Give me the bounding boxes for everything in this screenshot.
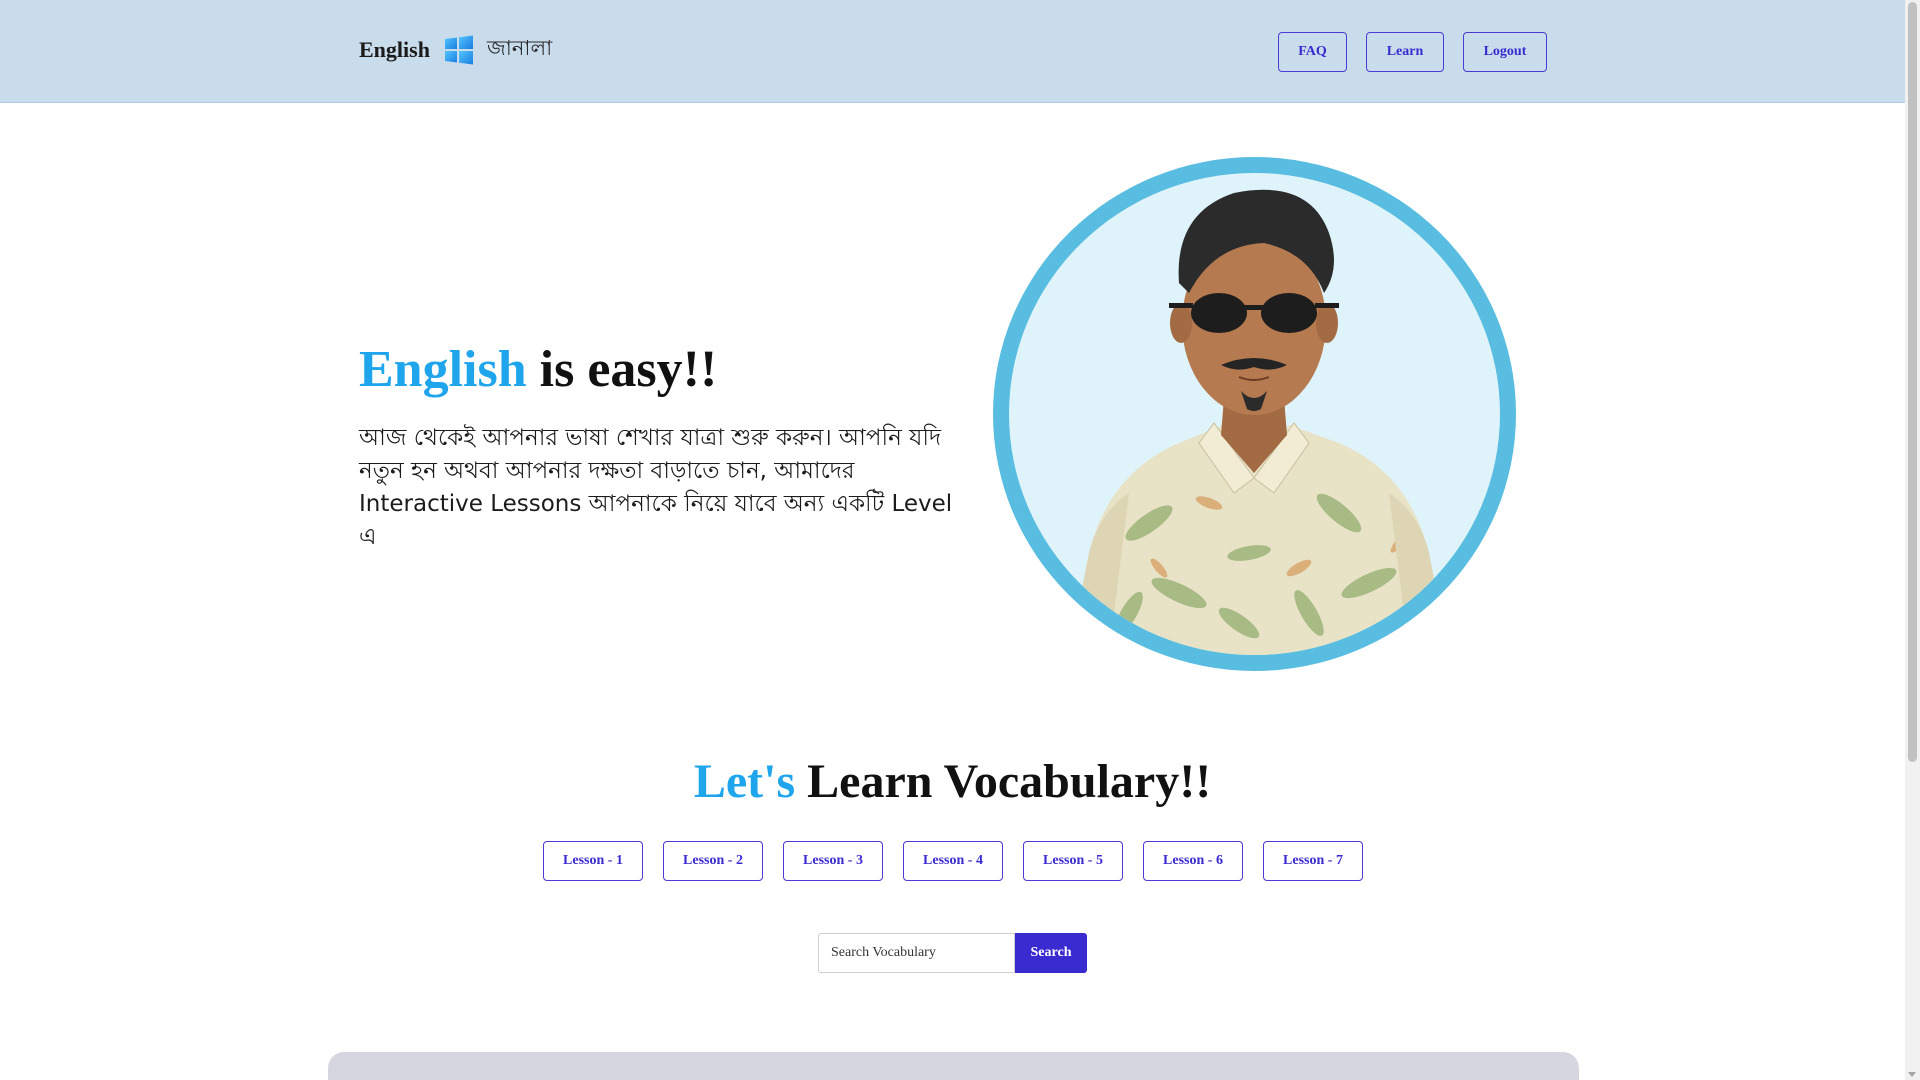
- lesson-5-button[interactable]: Lesson - 5: [1023, 841, 1123, 881]
- hero-title-accent: English: [359, 341, 527, 398]
- lesson-4-button[interactable]: Lesson - 4: [903, 841, 1003, 881]
- lesson-3-button[interactable]: Lesson - 3: [783, 841, 883, 881]
- hero-avatar: [993, 157, 1516, 671]
- lesson-list: Lesson - 1 Lesson - 2 Lesson - 3 Lesson …: [543, 841, 1363, 881]
- brand[interactable]: English জানালা: [359, 32, 552, 67]
- windows-logo-icon: [442, 33, 476, 67]
- hero-description: আজ থেকেই আপনার ভাষা শেখার যাত্রা শুরু কর…: [359, 425, 953, 550]
- lesson-2-button[interactable]: Lesson - 2: [663, 841, 763, 881]
- content-panel: [328, 1052, 1579, 1080]
- vocabulary-title: Let's Learn Vocabulary!!: [0, 754, 1905, 809]
- man-in-sunglasses-illustration: [1009, 173, 1500, 655]
- scrollbar-thumb[interactable]: [1908, 2, 1917, 762]
- brand-text: English: [359, 36, 430, 62]
- lesson-7-button[interactable]: Lesson - 7: [1263, 841, 1363, 881]
- vocabulary-search: Search: [818, 933, 1087, 973]
- lesson-6-button[interactable]: Lesson - 6: [1143, 841, 1243, 881]
- learn-button[interactable]: Learn: [1366, 32, 1444, 72]
- navbar: English জানালা FAQ Learn Logout: [0, 0, 1905, 103]
- vocabulary-title-rest: Learn Vocabulary!!: [795, 755, 1212, 808]
- page-scrollbar[interactable]: [1905, 0, 1920, 1080]
- logout-button[interactable]: Logout: [1463, 32, 1547, 72]
- lesson-1-button[interactable]: Lesson - 1: [543, 841, 643, 881]
- hero-title: English is easy!!: [359, 340, 717, 399]
- scroll-down-arrow-icon[interactable]: [1908, 1072, 1916, 1077]
- faq-button[interactable]: FAQ: [1278, 32, 1347, 72]
- brand-subtitle: জানালা: [486, 36, 553, 60]
- hero-title-rest: is easy!!: [526, 341, 718, 398]
- search-button[interactable]: Search: [1015, 933, 1087, 973]
- search-input[interactable]: [818, 933, 1015, 973]
- vocabulary-title-accent: Let's: [693, 755, 796, 808]
